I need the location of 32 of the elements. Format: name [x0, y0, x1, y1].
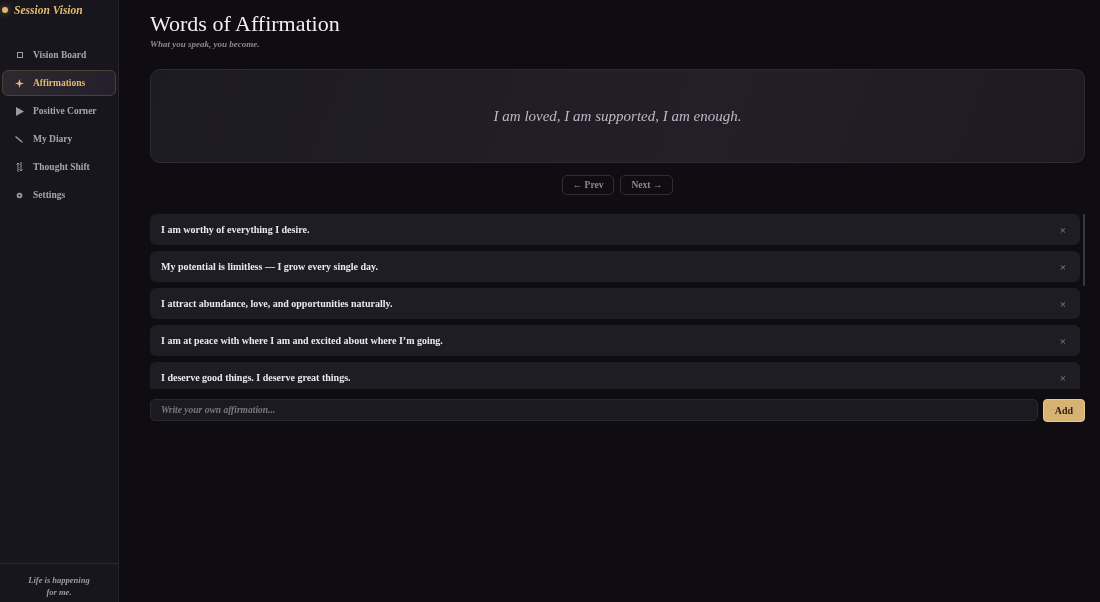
- affirmation-text: I deserve good things. I deserve great things.: [161, 372, 351, 383]
- nav-item[interactable]: Positive Corner: [2, 98, 116, 124]
- nav-item[interactable]: My Diary: [2, 126, 116, 152]
- nav-item[interactable]: Vision Board: [2, 42, 116, 68]
- featured-affirmation: I am loved, I am supported, I am enough.: [493, 107, 742, 125]
- page-title: Words of Affirmation: [150, 10, 341, 38]
- remove-button[interactable]: ×: [1055, 297, 1070, 310]
- nav-item[interactable]: Settings: [2, 182, 116, 208]
- settings-icon: [16, 191, 23, 199]
- nav-item[interactable]: Thought Shift: [2, 154, 116, 180]
- remove-button[interactable]: ×: [1055, 371, 1070, 384]
- remove-button[interactable]: ×: [1055, 260, 1070, 273]
- play-icon: [15, 106, 24, 116]
- page-subtitle: What you speak, you become.: [150, 39, 261, 49]
- pencil-icon: [15, 135, 24, 143]
- remove-button[interactable]: ×: [1055, 223, 1070, 236]
- scrollbar[interactable]: [1083, 214, 1085, 286]
- affirmation-text: My potential is limitless — I grow every single day.: [161, 261, 379, 272]
- next-button[interactable]: Next →: [620, 175, 674, 195]
- affirmation-text: I am worthy of everything I desire.: [161, 224, 310, 235]
- sparkle-icon: [15, 78, 24, 88]
- affirmation-text: I attract abundance, love, and opportunities naturally.: [161, 298, 393, 309]
- previous-button[interactable]: ← Prev: [561, 175, 615, 195]
- remove-button[interactable]: ×: [1055, 334, 1070, 347]
- add-button[interactable]: Add: [1043, 399, 1085, 422]
- sidebar-tagline: Life is happening for me.: [27, 574, 91, 598]
- brand-title: Session Vision: [14, 4, 83, 16]
- nav-item[interactable]: Affirmations: [2, 70, 116, 96]
- affirmation-text: I am at peace with where I am and excited about where I’m going.: [161, 335, 443, 346]
- affirmation-input[interactable]: Write your own affirmation...: [150, 399, 1038, 421]
- up-down-arrows-icon: [16, 162, 23, 172]
- brand-dot-icon: [2, 7, 8, 13]
